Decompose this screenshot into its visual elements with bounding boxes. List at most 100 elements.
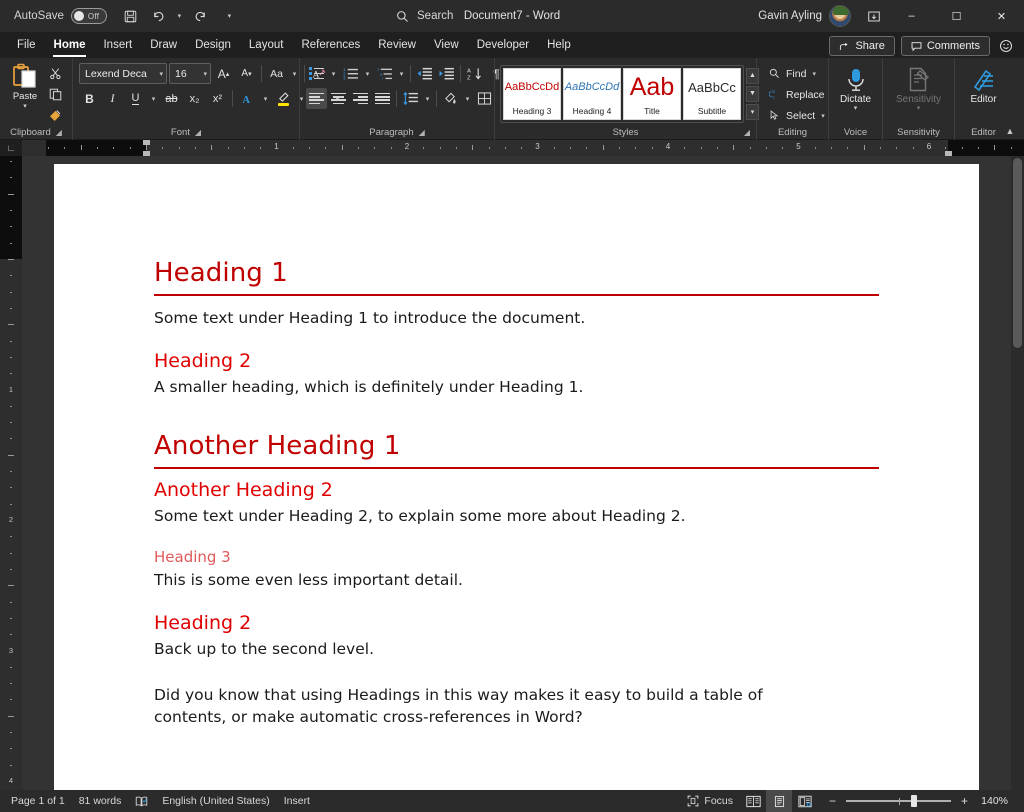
smiley-face-icon[interactable]: [996, 36, 1016, 56]
zoom-level-label[interactable]: 140%: [978, 795, 1012, 807]
borders-icon[interactable]: [474, 88, 495, 109]
document-canvas[interactable]: Heading 1 Some text under Heading 1 to in…: [22, 156, 1011, 790]
numbering-caret-icon[interactable]: ▾: [362, 63, 373, 84]
justify-icon[interactable]: [372, 88, 393, 109]
zoom-in-button[interactable]: +: [958, 794, 971, 808]
align-left-icon[interactable]: [306, 88, 327, 109]
subscript-button[interactable]: x₂: [184, 88, 205, 109]
user-name[interactable]: Gavin Ayling: [758, 10, 822, 22]
shading-caret-icon[interactable]: ▾: [462, 88, 473, 109]
doc-paragraph[interactable]: Did you know that using Headings in this…: [154, 684, 804, 728]
close-button[interactable]: ✕: [979, 0, 1024, 32]
language-indicator[interactable]: English (United States): [155, 790, 276, 812]
style-card-subtitle[interactable]: AaBbCc Subtitle: [683, 67, 741, 120]
italic-button[interactable]: I: [102, 88, 123, 109]
shrink-font-icon[interactable]: A ▾: [236, 63, 257, 84]
horizontal-ruler[interactable]: 1 2 3 4 5 6: [22, 140, 1024, 156]
undo-icon[interactable]: [146, 4, 170, 28]
underline-caret-icon[interactable]: ▾: [148, 88, 159, 109]
tab-stop-left-icon[interactable]: ∟: [0, 140, 22, 156]
customize-qat-icon[interactable]: ▾: [223, 4, 236, 28]
bullets-caret-icon[interactable]: ▾: [328, 63, 339, 84]
scrollbar-thumb[interactable]: [1013, 158, 1022, 348]
save-icon[interactable]: [119, 4, 143, 28]
tab-draw[interactable]: Draw: [141, 34, 186, 58]
doc-paragraph[interactable]: Some text under Heading 1 to introduce t…: [154, 307, 879, 329]
ribbon-display-options-icon[interactable]: [859, 0, 889, 32]
web-layout-icon[interactable]: [792, 790, 818, 812]
tab-home[interactable]: Home: [45, 34, 95, 58]
sensitivity-caret-icon[interactable]: ▾: [917, 105, 921, 112]
page-indicator[interactable]: Page 1 of 1: [4, 790, 72, 812]
superscript-button[interactable]: x²: [207, 88, 228, 109]
doc-paragraph[interactable]: This is some even less important detail.: [154, 569, 879, 591]
line-spacing-icon[interactable]: [400, 88, 421, 109]
zoom-slider-thumb[interactable]: [911, 795, 918, 807]
line-spacing-caret-icon[interactable]: ▾: [422, 88, 433, 109]
document-body[interactable]: Heading 1 Some text under Heading 1 to in…: [154, 258, 879, 728]
insert-mode-indicator[interactable]: Insert: [277, 790, 317, 812]
doc-heading-2[interactable]: Heading 2: [154, 612, 879, 635]
vertical-scrollbar[interactable]: [1011, 156, 1024, 790]
vertical-ruler[interactable]: 1 2 3 4: [0, 156, 22, 790]
sensitivity-button[interactable]: Sensitivity ▾: [890, 62, 948, 112]
bold-button[interactable]: B: [79, 88, 100, 109]
dialog-box-launcher-icon[interactable]: ◢: [56, 128, 62, 137]
comments-button[interactable]: Comments: [900, 36, 990, 56]
paste-button[interactable]: Paste ▾: [8, 61, 42, 110]
zoom-out-button[interactable]: −: [826, 794, 839, 808]
document-page[interactable]: Heading 1 Some text under Heading 1 to in…: [54, 164, 979, 790]
style-card-title[interactable]: Aab Title: [623, 67, 681, 120]
paste-dropdown-caret-icon[interactable]: ▾: [23, 103, 27, 110]
print-layout-icon[interactable]: [766, 790, 792, 812]
dictate-caret-icon[interactable]: ▾: [854, 105, 858, 112]
text-effects-icon[interactable]: A: [237, 88, 258, 109]
strikethrough-button[interactable]: ab: [161, 88, 182, 109]
multilevel-caret-icon[interactable]: ▾: [396, 63, 407, 84]
multilevel-list-icon[interactable]: 1ai: [374, 63, 395, 84]
tab-developer[interactable]: Developer: [468, 34, 538, 58]
undo-dropdown-caret-icon[interactable]: ▾: [173, 4, 186, 28]
font-size-combo[interactable]: 16 ▾: [169, 63, 211, 84]
share-button[interactable]: Share: [829, 36, 895, 56]
find-button[interactable]: Find ▾: [765, 64, 820, 83]
word-count[interactable]: 81 words: [72, 790, 129, 812]
tab-layout[interactable]: Layout: [240, 34, 293, 58]
grow-font-icon[interactable]: A ▴: [213, 63, 234, 84]
increase-indent-icon[interactable]: [436, 63, 457, 84]
dialog-box-launcher-icon[interactable]: ◢: [419, 128, 425, 137]
sort-az-icon[interactable]: AZ: [464, 63, 485, 84]
tab-view[interactable]: View: [425, 34, 468, 58]
shading-icon[interactable]: [440, 88, 461, 109]
avatar[interactable]: [829, 5, 851, 27]
find-caret-icon[interactable]: ▾: [812, 70, 816, 78]
tab-review[interactable]: Review: [369, 34, 425, 58]
align-center-icon[interactable]: [328, 88, 349, 109]
doc-paragraph[interactable]: Back up to the second level.: [154, 638, 879, 660]
doc-heading-1[interactable]: Another Heading 1: [154, 431, 879, 470]
numbering-icon[interactable]: 123: [340, 63, 361, 84]
tab-design[interactable]: Design: [186, 34, 240, 58]
redo-icon[interactable]: [189, 4, 213, 28]
zoom-slider[interactable]: [846, 795, 951, 807]
format-painter-icon[interactable]: [44, 106, 66, 124]
replace-button[interactable]: bc Replace: [765, 85, 829, 104]
dictate-button[interactable]: Dictate ▾: [834, 62, 877, 112]
autosave-toggle[interactable]: Off: [70, 8, 107, 24]
tab-help[interactable]: Help: [538, 34, 580, 58]
style-card-heading4[interactable]: AaBbCcDd Heading 4: [563, 67, 621, 120]
select-button[interactable]: Select ▾: [765, 106, 829, 125]
read-mode-icon[interactable]: [740, 790, 766, 812]
change-case-icon[interactable]: Aa: [266, 63, 287, 84]
decrease-indent-icon[interactable]: [414, 63, 435, 84]
search-box[interactable]: Search: [390, 4, 690, 28]
collapse-ribbon-icon[interactable]: ▲: [1002, 124, 1018, 138]
doc-heading-2[interactable]: Another Heading 2: [154, 479, 879, 502]
doc-paragraph[interactable]: Some text under Heading 2, to explain so…: [154, 505, 879, 527]
focus-mode-button[interactable]: Focus: [680, 790, 740, 812]
dialog-box-launcher-icon[interactable]: ◢: [744, 128, 750, 137]
doc-paragraph[interactable]: A smaller heading, which is definitely u…: [154, 376, 879, 398]
doc-heading-1[interactable]: Heading 1: [154, 258, 879, 297]
underline-button[interactable]: U: [125, 88, 146, 109]
doc-heading-3[interactable]: Heading 3: [154, 548, 879, 566]
